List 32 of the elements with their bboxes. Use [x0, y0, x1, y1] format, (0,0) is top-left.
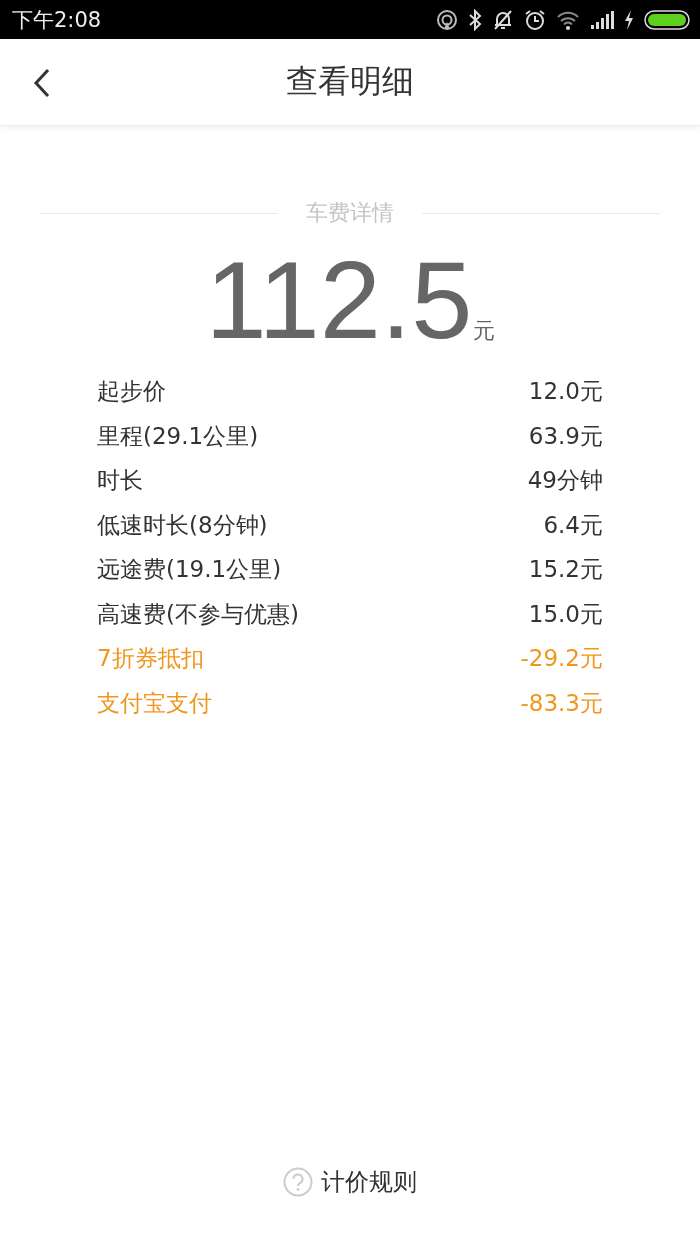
fee-value: 49分钟 — [527, 466, 603, 496]
alarm-icon — [524, 8, 546, 31]
fee-label: 低速时长(8分钟) — [97, 510, 268, 540]
fee-label: 高速费(不参与优惠) — [97, 599, 299, 629]
charging-icon — [624, 9, 634, 30]
pricing-rules-link[interactable]: 计价规则 — [283, 1166, 417, 1198]
fee-label: 时长 — [97, 466, 143, 496]
total-amount: 112.5 — [205, 242, 473, 358]
fee-label: 起步价 — [97, 377, 166, 407]
wifi-icon — [556, 9, 580, 30]
fee-label: 远途费(19.1公里) — [97, 555, 282, 585]
fee-value: 63.9元 — [528, 421, 603, 451]
fee-label: 里程(29.1公里) — [97, 421, 259, 451]
currency-unit: 元 — [472, 317, 495, 345]
fee-label: 支付宝支付 — [97, 688, 212, 718]
hotspot-icon — [436, 8, 458, 31]
signal-icon — [590, 10, 614, 29]
bluetooth-icon — [468, 8, 482, 31]
page-title: 查看明细 — [286, 61, 414, 102]
fee-value: -29.2元 — [520, 644, 603, 674]
section-title: 车费详情 — [306, 199, 394, 227]
fee-value: 15.0元 — [528, 599, 603, 629]
battery-icon — [644, 9, 690, 30]
status-time: 下午2:08 — [12, 6, 102, 34]
bell-muted-icon — [492, 8, 514, 31]
fee-value: -83.3元 — [520, 688, 603, 718]
fee-label: 7折券抵扣 — [97, 644, 204, 674]
back-icon — [32, 67, 52, 99]
help-icon — [283, 1167, 313, 1197]
fee-value: 15.2元 — [528, 555, 603, 585]
fee-value: 12.0元 — [528, 377, 603, 407]
fee-value: 6.4元 — [543, 510, 603, 540]
